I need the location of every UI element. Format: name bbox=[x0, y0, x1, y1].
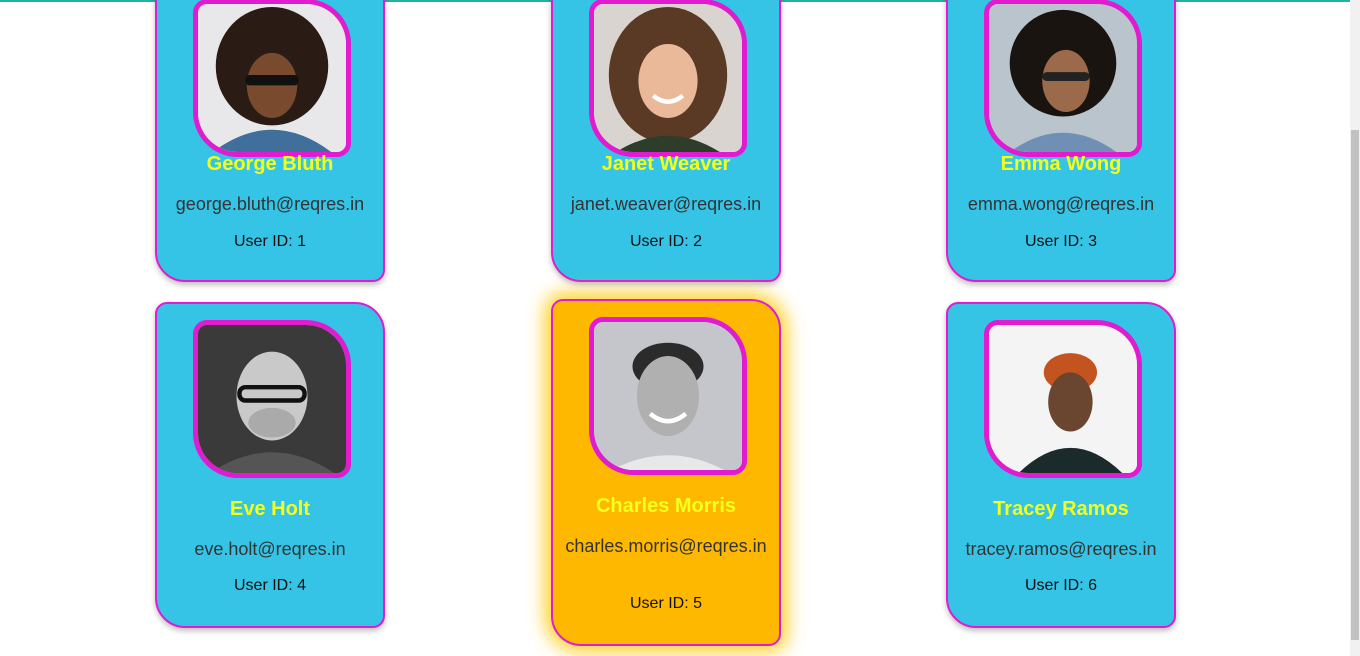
avatar bbox=[589, 317, 747, 475]
user-name: Janet Weaver bbox=[601, 153, 731, 175]
user-email: charles.morris@reqres.in bbox=[565, 536, 767, 556]
user-id: User ID: 3 bbox=[1024, 233, 1097, 250]
user-id: User ID: 5 bbox=[629, 595, 702, 612]
user-id: User ID: 2 bbox=[629, 233, 702, 250]
user-id: User ID: 4 bbox=[233, 577, 306, 594]
user-email: george.bluth@reqres.in bbox=[175, 194, 365, 214]
user-email: janet.weaver@reqres.in bbox=[570, 194, 762, 214]
user-card[interactable]: Tracey Ramos tracey.ramos@reqres.in User… bbox=[946, 302, 1176, 628]
user-name: George Bluth bbox=[206, 153, 334, 175]
avatar bbox=[193, 320, 351, 478]
user-card[interactable]: George Bluth george.bluth@reqres.in User… bbox=[155, 0, 385, 282]
user-card[interactable]: Emma Wong emma.wong@reqres.in User ID: 3 bbox=[946, 0, 1176, 282]
user-name: Emma Wong bbox=[1000, 153, 1122, 175]
user-name: Charles Morris bbox=[595, 495, 737, 517]
user-grid: George Bluth george.bluth@reqres.in User… bbox=[0, 0, 1350, 656]
user-card-featured[interactable]: Charles Morris charles.morris@reqres.in … bbox=[551, 299, 781, 646]
user-id: User ID: 6 bbox=[1024, 577, 1097, 594]
scrollbar-thumb[interactable] bbox=[1351, 130, 1359, 640]
avatar bbox=[589, 0, 747, 157]
user-id: User ID: 1 bbox=[233, 233, 306, 250]
vertical-scrollbar[interactable] bbox=[1350, 0, 1360, 656]
user-name: Eve Holt bbox=[229, 498, 311, 520]
avatar bbox=[984, 320, 1142, 478]
avatar bbox=[193, 0, 351, 157]
user-email: eve.holt@reqres.in bbox=[194, 539, 346, 559]
user-email: tracey.ramos@reqres.in bbox=[965, 539, 1157, 559]
user-email: emma.wong@reqres.in bbox=[967, 194, 1155, 214]
user-card[interactable]: Janet Weaver janet.weaver@reqres.in User… bbox=[551, 0, 781, 282]
avatar bbox=[984, 0, 1142, 157]
user-name: Tracey Ramos bbox=[993, 498, 1129, 520]
user-card[interactable]: Eve Holt eve.holt@reqres.in User ID: 4 bbox=[155, 302, 385, 628]
